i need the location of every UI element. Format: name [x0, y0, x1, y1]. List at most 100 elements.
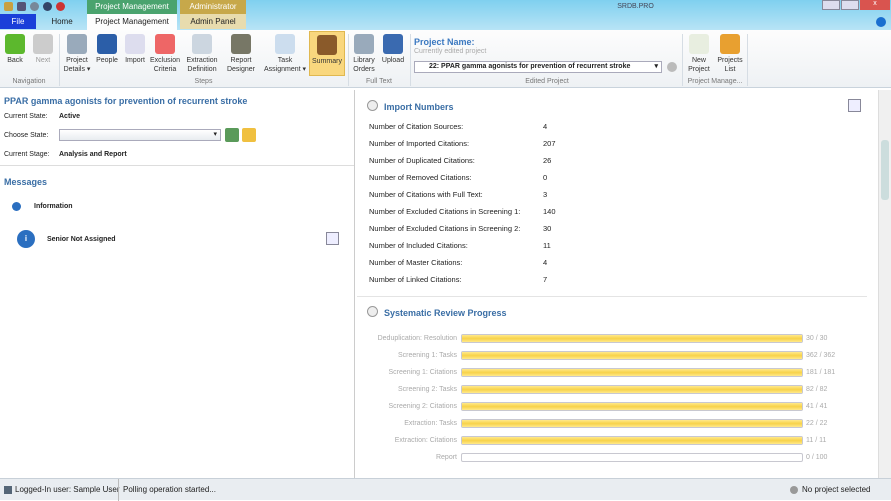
progress-fill [462, 403, 802, 410]
import-value: 0 [543, 173, 548, 182]
tab-project-management[interactable]: Project Management [87, 14, 177, 30]
summary-panel: Import Numbers Number of Citation Source… [357, 90, 878, 478]
project-details-button[interactable]: Project Details ▾ [62, 34, 92, 74]
dropdown-chevron-icon: ▾ [213, 131, 217, 138]
close-button[interactable]: x [860, 0, 890, 10]
progress-label: Extraction: Tasks [404, 420, 457, 427]
upload-button[interactable]: Upload [380, 34, 406, 65]
library-orders-button[interactable]: Library Orders [351, 34, 377, 74]
info-icon: i [17, 230, 35, 248]
people-icon [97, 34, 117, 54]
import-label: Number of Duplicated Citations: [369, 156, 475, 165]
back-button[interactable]: Back [4, 34, 26, 65]
tab-admin-panel[interactable]: Admin Panel [180, 14, 246, 29]
divider [747, 34, 748, 86]
import-row: Number of Excluded Citations in Screenin… [369, 207, 556, 216]
progress-fill [462, 369, 802, 376]
collapse-icon[interactable] [367, 306, 378, 317]
import-label: Number of Excluded Citations in Screenin… [369, 207, 521, 216]
progress-label: Screening 2: Tasks [397, 386, 457, 393]
label: People [96, 57, 118, 64]
project-select[interactable]: 22: PPAR gamma agonists for prevention o… [414, 61, 662, 73]
save-icon[interactable] [17, 2, 26, 11]
import-row: Number of Excluded Citations in Screenin… [369, 224, 551, 233]
progress-bar [461, 334, 803, 343]
divider [0, 165, 354, 166]
people-button[interactable]: People [94, 34, 120, 65]
progress-bar [461, 419, 803, 428]
exclusion-icon [155, 34, 175, 54]
refresh-icon[interactable] [30, 2, 39, 11]
progress-title: Systematic Review Progress [384, 308, 507, 318]
polling-status: Polling operation started... [118, 479, 216, 501]
confirm-icon[interactable] [667, 62, 677, 72]
progress-fill [462, 437, 802, 444]
import-value: 4 [543, 258, 548, 267]
tab-home[interactable]: Home [40, 14, 84, 29]
message-action-button[interactable] [326, 232, 339, 245]
extraction-definition-button[interactable]: Extraction Definition [184, 34, 220, 74]
progress-bar [461, 368, 803, 377]
apply-state-button[interactable] [225, 128, 239, 142]
help-icon[interactable] [56, 2, 65, 11]
import-value: 4 [543, 122, 548, 131]
import-value: 26 [543, 156, 552, 165]
next-arrow-icon [33, 34, 53, 54]
edit-state-button[interactable] [242, 128, 256, 142]
restore-button[interactable] [841, 0, 859, 10]
new-project-icon [689, 34, 709, 54]
progress-label: Extraction: Citations [394, 437, 457, 444]
tab-file[interactable]: File [0, 14, 36, 29]
exclusion-criteria-button[interactable]: Exclusion Criteria [148, 34, 182, 74]
group-label: Project Manage... [687, 78, 743, 85]
progress-label: Screening 1: Tasks [397, 352, 457, 359]
import-row: Number of Imported Citations: 207 [369, 139, 556, 148]
import-label: Number of Included Citations: [369, 241, 468, 250]
info-icon [12, 202, 21, 211]
progress-fill [462, 352, 802, 359]
progress-label: Deduplication: Resolution [377, 335, 457, 342]
summary-button[interactable]: Summary [309, 31, 345, 76]
project-title: PPAR gamma agonists for prevention of re… [4, 96, 248, 106]
project-icon [790, 486, 798, 494]
user-icon[interactable] [43, 2, 52, 11]
project-details-icon [67, 34, 87, 54]
divider [410, 34, 411, 86]
help-icon[interactable] [876, 17, 886, 27]
group-label: Edited Project [525, 78, 569, 85]
export-button[interactable] [848, 99, 861, 112]
import-icon [125, 34, 145, 54]
import-button[interactable]: Import [122, 34, 148, 65]
import-label: Number of Imported Citations: [369, 139, 470, 148]
progress-value: 41 / 41 [806, 403, 828, 410]
task-assignment-button[interactable]: Task Assignment ▾ [262, 34, 308, 74]
upload-icon [383, 34, 403, 54]
label: Upload [381, 57, 405, 64]
quick-access-toolbar[interactable] [4, 2, 74, 12]
progress-value: 11 / 11 [806, 437, 827, 444]
user-icon [4, 486, 12, 494]
import-value: 3 [543, 190, 548, 199]
progress-bar [461, 402, 803, 411]
vertical-scrollbar[interactable] [878, 90, 891, 478]
message-text: Senior Not Assigned [47, 236, 116, 243]
report-icon [231, 34, 251, 54]
label: Extraction Definition [186, 57, 218, 73]
label: Projects List [717, 57, 743, 73]
import-value: 30 [543, 224, 552, 233]
next-button[interactable]: Next [32, 34, 54, 65]
label: Back [7, 57, 23, 64]
minimize-button[interactable] [822, 0, 840, 10]
collapse-icon[interactable] [367, 100, 378, 111]
project-name-hint: Currently edited project [414, 48, 487, 55]
progress-label: Report [435, 454, 457, 461]
label: Exclusion Criteria [150, 57, 180, 73]
choose-state-select[interactable]: ▾ [59, 129, 221, 141]
new-project-button[interactable]: New Project [686, 34, 712, 74]
progress-label: Screening 1: Citations [388, 369, 457, 376]
report-designer-button[interactable]: Report Designer [224, 34, 258, 74]
projects-list-button[interactable]: Projects List [716, 34, 744, 74]
scrollbar-thumb[interactable] [881, 140, 889, 200]
progress-label: Screening 2: Citations [388, 403, 457, 410]
import-row: Number of Included Citations: 11 [369, 241, 551, 250]
